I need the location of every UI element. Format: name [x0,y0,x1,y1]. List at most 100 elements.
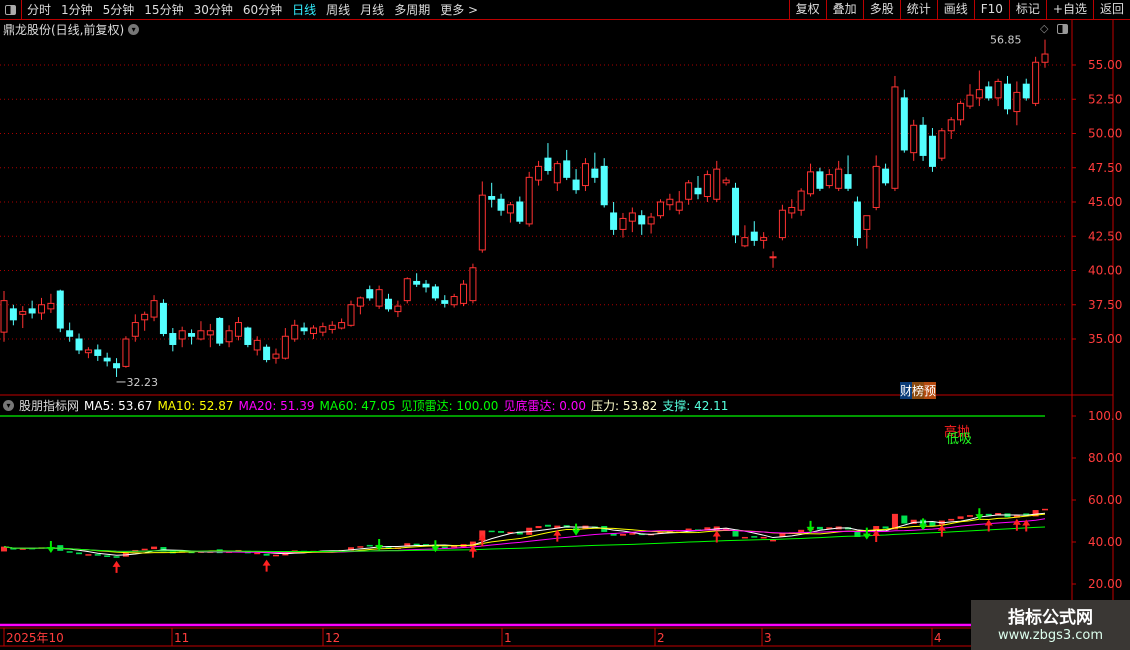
candle-body [975,89,983,99]
time-axis-label: 4 [934,631,942,645]
candle-body [694,187,702,195]
candle-body [103,357,111,362]
bottom-radar-value: 见底雷达: 0.00 [503,399,587,413]
candle-body [431,286,439,299]
candle-body [844,174,852,189]
watermark-title: 指标公式网 [1008,608,1093,628]
indicator-bar [76,552,83,555]
candle-body [441,300,449,304]
indicator-bar [94,554,101,556]
candle-body [928,135,936,167]
indicator-bar [535,526,542,529]
candle-body [797,190,805,211]
indicator-bar [770,539,777,542]
candle-body [469,267,477,302]
indicator-bar [263,553,270,556]
kline-chart[interactable]: 55.00 52.50 50.00 47.50 45.00 42.50 40.00 37.50… [0,0,1130,650]
indicator-bar [151,546,158,550]
candle-body [853,201,861,239]
ma60-line [3,526,1046,553]
price-tick-label: 40.00 [1088,264,1122,278]
indicator-bar [741,536,748,539]
candle-body [947,119,955,132]
candle-body [122,338,130,367]
candle-body [188,333,196,337]
time-axis-label: 1 [504,631,512,645]
candle-body [403,278,411,302]
candle-body [891,86,899,189]
indicator-header: ▾ 股朋指标网 MA5: 53.67 MA10: 52.87 MA20: 51.… [3,397,728,414]
indicator-bar [901,515,908,524]
signal-low-label: 低吸 [946,432,973,447]
candle-body [385,298,393,310]
indicator-bar [1042,508,1048,511]
candle-body [300,327,308,332]
ma10-value: MA10: 52.87 [157,398,234,413]
candle-body [647,216,655,225]
candle-body [131,322,139,337]
candle-body [581,163,589,187]
indicator-bar [272,554,279,557]
candle-body [460,283,468,304]
candle-body [169,333,177,345]
ma5-line [3,512,1046,556]
indicator-bar [629,533,636,535]
indicator-bar [948,518,955,521]
candle-body [732,187,740,236]
candle-body [825,174,833,187]
candle-body [328,324,336,330]
candle-body [919,124,927,156]
candle-body [244,327,252,345]
candle-body [225,330,233,343]
candle-body [788,206,796,214]
chevron-down-icon[interactable]: ▾ [3,400,14,411]
news-badges[interactable]: 财 榜 预 [900,382,937,399]
badge-forecast[interactable]: 预 [924,382,937,399]
indicator-bar [85,554,92,556]
candle-body [159,302,167,335]
price-tick-label: 42.50 [1088,229,1122,243]
indicator-bar [544,524,551,527]
badge-finance[interactable]: 财 [900,382,913,399]
indicator-tick-label: 40.00 [1088,535,1122,549]
sell-arrow-icon [806,520,815,533]
indicator-bar [254,552,261,555]
candle-body [872,165,880,208]
indicator-name[interactable]: 股朋指标网 [19,397,79,414]
indicator-bar [141,548,148,551]
candle-body [835,168,843,189]
candle-body [544,157,552,171]
indicator-tick-label: 60.00 [1088,493,1122,507]
price-tick-label: 50.00 [1088,127,1122,141]
indicator-bar [751,536,758,538]
candle-body [19,311,27,315]
candle-body [375,289,383,307]
time-axis-label: 2025年10 [6,631,64,645]
candle-body [197,330,205,340]
candle-body [516,201,524,222]
indicator-bar [619,534,626,536]
candle-body [666,198,674,206]
indicator-bar [957,516,964,519]
candle-body [741,237,749,247]
candle-body [638,215,646,225]
candle-body [628,212,636,222]
candle-body [750,231,758,241]
sell-arrow-icon [975,508,984,521]
ma20-line [3,518,1046,553]
candle-body [816,171,824,189]
candle-body [478,194,486,251]
time-axis-label: 12 [325,631,340,645]
price-tick-label: 47.50 [1088,161,1122,175]
candle-body [319,326,327,333]
candle-body [760,237,768,241]
candle-body [141,313,149,321]
indicator-bar [441,546,448,549]
candle-body [206,330,214,336]
time-axis-label: 3 [764,631,772,645]
badge-rank[interactable]: 榜 [912,382,925,399]
price-tick-label: 35.00 [1088,332,1122,346]
candle-body [497,198,505,211]
candle-body [28,308,36,314]
candle-body [553,163,561,184]
